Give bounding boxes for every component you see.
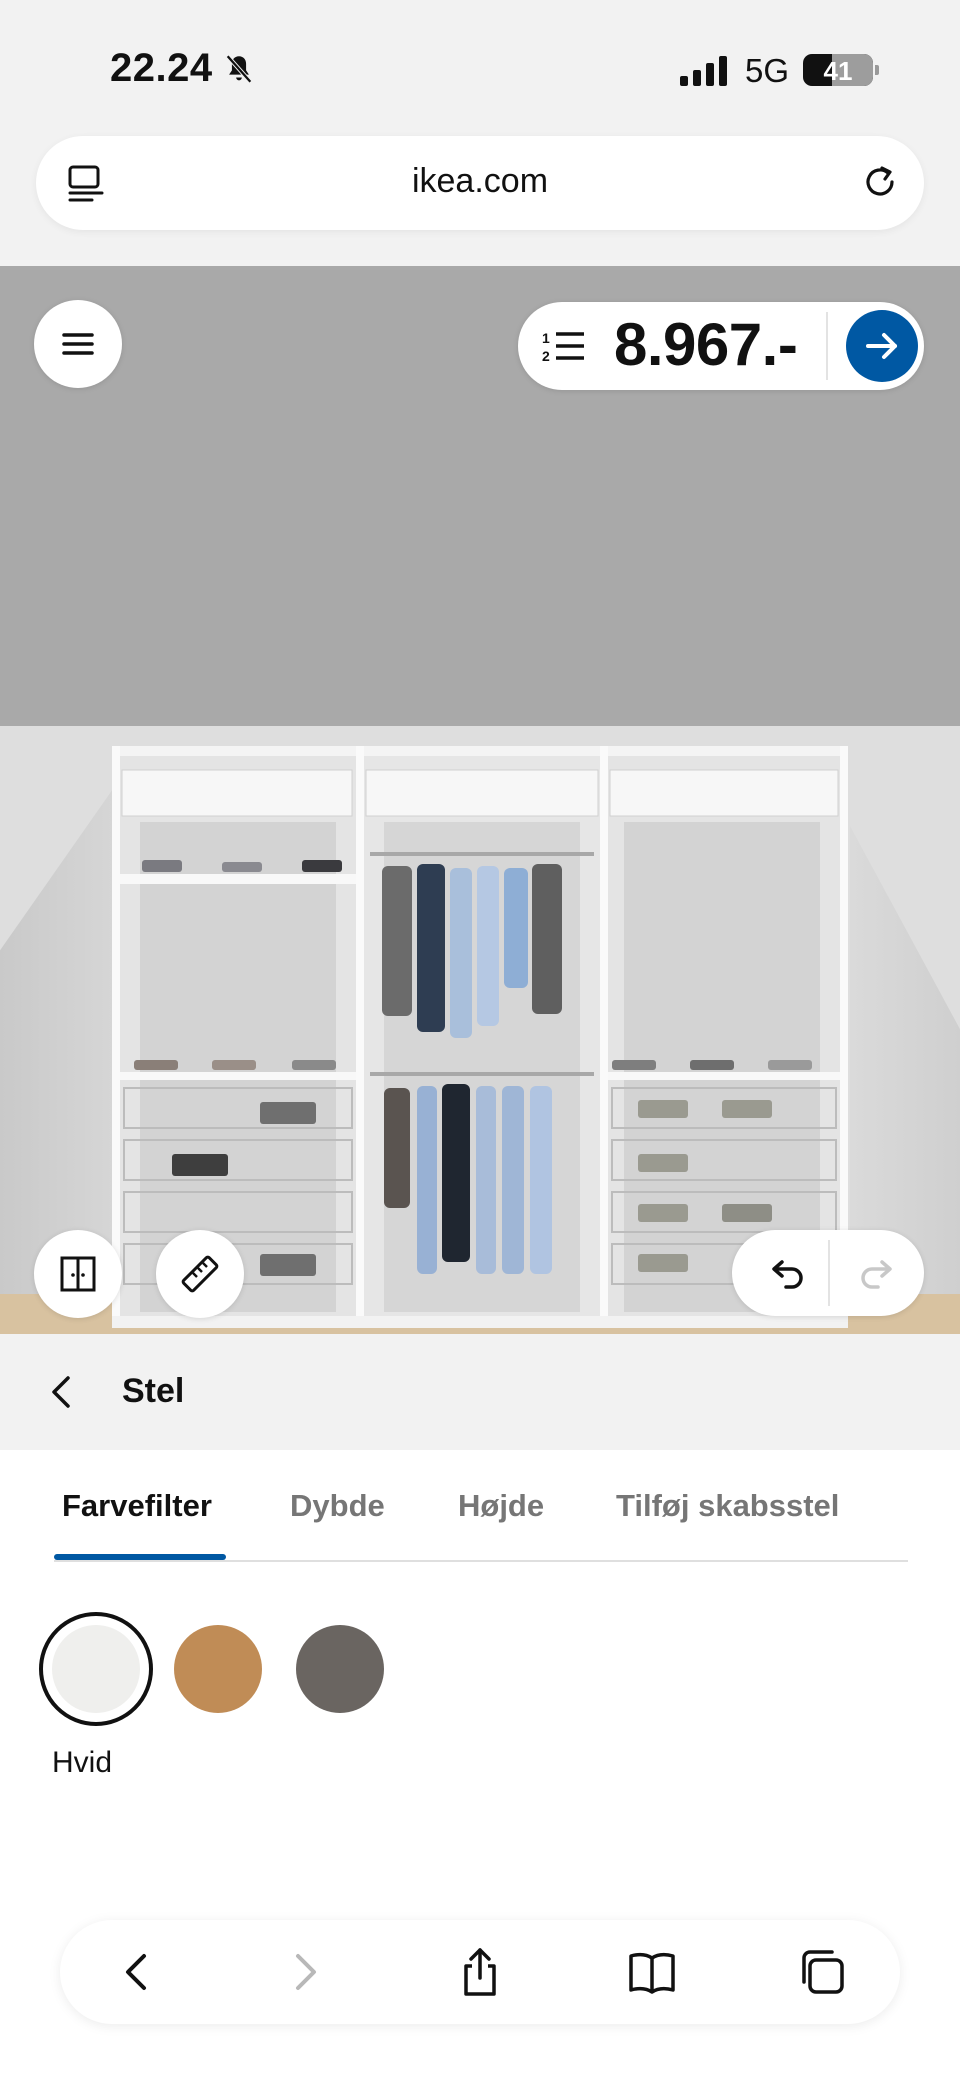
svg-text:2: 2	[542, 348, 550, 364]
panel-header: Stel	[0, 1334, 960, 1450]
hamburger-icon	[62, 333, 94, 355]
status-time: 22.24	[110, 46, 213, 90]
active-tab-indicator	[54, 1554, 226, 1560]
forward-icon[interactable]	[278, 1946, 330, 1998]
measure-button[interactable]	[156, 1230, 244, 1318]
battery-percent: 41	[823, 56, 853, 86]
tab-dybde[interactable]: Dybde	[290, 1488, 385, 1524]
color-swatch-white[interactable]	[52, 1625, 140, 1713]
selected-color-label: Hvid	[52, 1746, 113, 1779]
share-icon[interactable]	[454, 1946, 506, 1998]
battery-icon: 41	[803, 54, 879, 86]
chevron-left-icon[interactable]	[44, 1372, 80, 1412]
undo-redo-controls	[732, 1230, 924, 1316]
bookmarks-icon[interactable]	[626, 1946, 678, 1998]
cellular-signal-icon	[680, 56, 727, 86]
divider	[826, 312, 828, 380]
battery-nub	[875, 65, 879, 75]
svg-text:1: 1	[542, 330, 550, 346]
wardrobe-doors-icon	[60, 1256, 96, 1292]
wardrobe-3d-viewer[interactable]: 1 2 8.967.-	[0, 266, 960, 1334]
back-icon[interactable]	[112, 1946, 164, 1998]
status-bar: 22.24 5G 41	[0, 0, 960, 130]
silent-bell-icon	[226, 54, 252, 84]
network-type: 5G	[745, 52, 790, 89]
tab-tilfoj-skabsstel[interactable]: Tilføj skabsstel	[616, 1488, 839, 1524]
panel-title: Stel	[122, 1372, 185, 1410]
tabs-icon[interactable]	[796, 1946, 848, 1998]
arrow-right-icon	[866, 333, 897, 359]
redo-icon[interactable]	[854, 1252, 896, 1294]
ruler-icon	[181, 1255, 219, 1293]
divider	[828, 1240, 830, 1306]
page: 22.24 5G 41 ikea.com 1 2 8.967.- Stel Fa…	[0, 0, 960, 2086]
tab-hojde[interactable]: Højde	[458, 1488, 544, 1524]
tab-farvefilter[interactable]: Farvefilter	[62, 1488, 212, 1524]
continue-button[interactable]	[846, 310, 918, 382]
reload-icon[interactable]	[858, 160, 902, 204]
door-toggle-button[interactable]	[34, 1230, 122, 1318]
menu-button[interactable]	[34, 300, 122, 388]
address-bar[interactable]: ikea.com	[36, 136, 924, 230]
url-domain[interactable]: ikea.com	[36, 162, 924, 201]
total-price: 8.967.-	[614, 311, 798, 378]
color-swatch-oak[interactable]	[174, 1625, 262, 1713]
price-summary[interactable]: 1 2 8.967.-	[518, 302, 924, 390]
product-list-icon: 1 2	[542, 330, 584, 364]
browser-toolbar	[60, 1920, 900, 2024]
tab-bar: Farvefilter Dybde Højde Tilføj skabsstel	[54, 1450, 908, 1562]
undo-icon[interactable]	[768, 1252, 810, 1294]
color-swatch-dark-grey[interactable]	[296, 1625, 384, 1713]
